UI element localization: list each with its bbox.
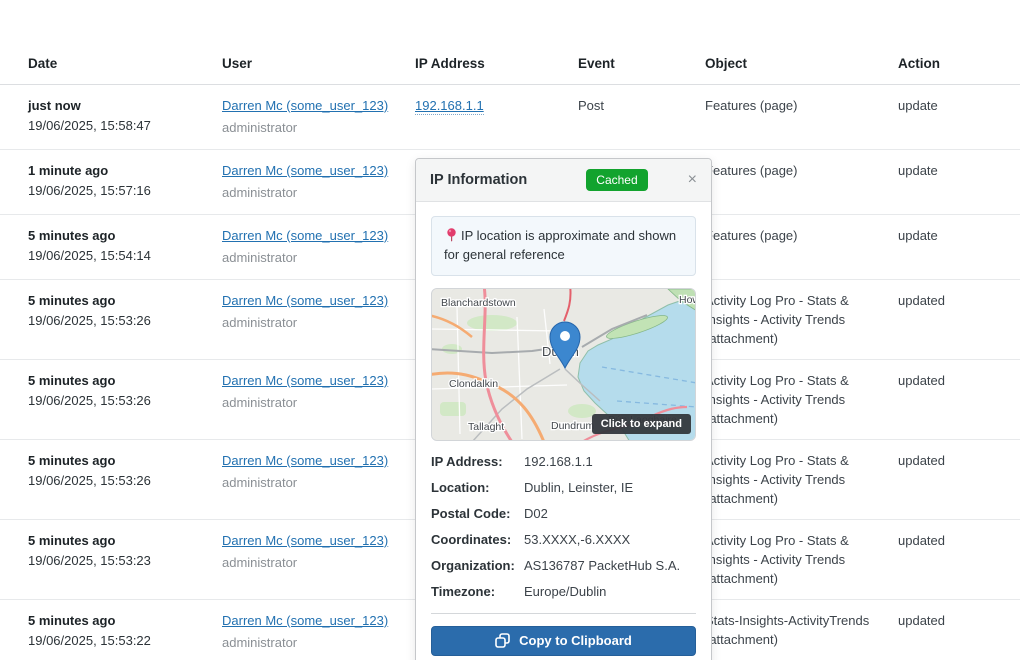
close-icon[interactable]: × — [688, 172, 697, 188]
user-role: administrator — [222, 313, 399, 333]
relative-time: just now — [28, 96, 206, 116]
activity-log-page: Date User IP Address Event Object Action… — [0, 36, 1020, 660]
event-object: Stats-Insights-ActivityTrends (attachmen… — [705, 600, 898, 660]
user-role: administrator — [222, 118, 399, 138]
relative-time: 5 minutes ago — [28, 611, 206, 631]
detail-value: Europe/Dublin — [524, 584, 606, 600]
user-link[interactable]: Darren Mc (some_user_123) — [222, 613, 388, 628]
col-header-date: Date — [0, 36, 222, 85]
relative-time: 5 minutes ago — [28, 226, 206, 246]
user-link[interactable]: Darren Mc (some_user_123) — [222, 373, 388, 388]
pushpin-icon — [446, 228, 457, 242]
map-label: How — [679, 294, 696, 306]
detail-row-coordinates: Coordinates:53.XXXX,-6.XXXX — [431, 532, 696, 548]
map-label: Tallaght — [468, 421, 504, 433]
popup-header: IP Information Cached × — [416, 159, 711, 202]
ip-location-map[interactable]: Blanchardstown How Dublin Clondalkin Tal… — [431, 288, 696, 441]
user-role: administrator — [222, 633, 399, 653]
col-header-action: Action — [898, 36, 1020, 85]
detail-label: Postal Code: — [431, 506, 524, 522]
popup-body: IP location is approximate and shown for… — [416, 202, 711, 660]
map-label: Blanchardstown — [441, 297, 516, 309]
detail-value: Dublin, Leinster, IE — [524, 480, 633, 496]
event-object: Activity Log Pro - Stats & Insights - Ac… — [705, 360, 898, 440]
datetime: 19/06/2025, 15:53:22 — [28, 631, 206, 651]
event-action: update — [898, 215, 1020, 280]
event-action: updated — [898, 440, 1020, 520]
event-action: update — [898, 85, 1020, 150]
event-action: updated — [898, 520, 1020, 600]
event-action: updated — [898, 280, 1020, 360]
user-role: administrator — [222, 473, 399, 493]
user-link[interactable]: Darren Mc (some_user_123) — [222, 533, 388, 548]
copy-to-clipboard-button[interactable]: Copy to Clipboard — [431, 626, 696, 656]
col-header-object: Object — [705, 36, 898, 85]
detail-label: Timezone: — [431, 584, 524, 600]
event-object: Features (page) — [705, 215, 898, 280]
relative-time: 5 minutes ago — [28, 451, 206, 471]
detail-value: D02 — [524, 506, 548, 522]
relative-time: 5 minutes ago — [28, 371, 206, 391]
event-object: Activity Log Pro - Stats & Insights - Ac… — [705, 520, 898, 600]
datetime: 19/06/2025, 15:53:26 — [28, 311, 206, 331]
user-link[interactable]: Darren Mc (some_user_123) — [222, 163, 388, 178]
detail-value: AS136787 PacketHub S.A. — [524, 558, 680, 574]
user-role: administrator — [222, 248, 399, 268]
ip-information-popup: IP Information Cached × IP location is a… — [415, 158, 712, 660]
ip-link[interactable]: 192.168.1.1 — [415, 98, 484, 115]
detail-label: IP Address: — [431, 454, 524, 470]
user-link[interactable]: Darren Mc (some_user_123) — [222, 228, 388, 243]
datetime: 19/06/2025, 15:53:26 — [28, 391, 206, 411]
detail-row-postal: Postal Code:D02 — [431, 506, 696, 522]
event-type: Post — [578, 85, 705, 150]
copy-icon — [495, 633, 510, 648]
map-label: Dundrum — [551, 420, 594, 432]
ip-details: IP Address:192.168.1.1 Location:Dublin, … — [431, 454, 696, 600]
event-object: Features (page) — [705, 85, 898, 150]
detail-row-location: Location:Dublin, Leinster, IE — [431, 480, 696, 496]
relative-time: 1 minute ago — [28, 161, 206, 181]
col-header-event: Event — [578, 36, 705, 85]
event-object: Activity Log Pro - Stats & Insights - Ac… — [705, 280, 898, 360]
datetime: 19/06/2025, 15:53:23 — [28, 551, 206, 571]
event-action: updated — [898, 360, 1020, 440]
datetime: 19/06/2025, 15:57:16 — [28, 181, 206, 201]
notice-text: IP location is approximate and shown for… — [444, 228, 676, 262]
detail-label: Organization: — [431, 558, 524, 574]
cached-badge: Cached — [586, 169, 647, 191]
datetime: 19/06/2025, 15:54:14 — [28, 246, 206, 266]
detail-label: Coordinates: — [431, 532, 524, 548]
user-link[interactable]: Darren Mc (some_user_123) — [222, 293, 388, 308]
event-object: Activity Log Pro - Stats & Insights - Ac… — [705, 440, 898, 520]
event-action: update — [898, 150, 1020, 215]
detail-row-organization: Organization:AS136787 PacketHub S.A. — [431, 558, 696, 574]
detail-value: 192.168.1.1 — [524, 454, 593, 470]
detail-row-timezone: Timezone:Europe/Dublin — [431, 584, 696, 600]
table-header-row: Date User IP Address Event Object Action — [0, 36, 1020, 85]
col-header-ip: IP Address — [415, 36, 578, 85]
user-link[interactable]: Darren Mc (some_user_123) — [222, 98, 388, 113]
event-action: updated — [898, 600, 1020, 660]
user-role: administrator — [222, 393, 399, 413]
detail-row-ip: IP Address:192.168.1.1 — [431, 454, 696, 470]
popup-title: IP Information — [430, 172, 527, 188]
user-role: administrator — [222, 183, 399, 203]
col-header-user: User — [222, 36, 415, 85]
ip-location-notice: IP location is approximate and shown for… — [431, 216, 696, 276]
divider — [431, 613, 696, 614]
detail-label: Location: — [431, 480, 524, 496]
datetime: 19/06/2025, 15:53:26 — [28, 471, 206, 491]
user-link[interactable]: Darren Mc (some_user_123) — [222, 453, 388, 468]
map-expand-tooltip: Click to expand — [592, 414, 691, 434]
user-role: administrator — [222, 553, 399, 573]
relative-time: 5 minutes ago — [28, 291, 206, 311]
table-row: just now19/06/2025, 15:58:47 Darren Mc (… — [0, 85, 1020, 150]
detail-value: 53.XXXX,-6.XXXX — [524, 532, 630, 548]
relative-time: 5 minutes ago — [28, 531, 206, 551]
map-label: Clondalkin — [449, 378, 498, 390]
copy-button-label: Copy to Clipboard — [519, 633, 632, 648]
event-object: Features (page) — [705, 150, 898, 215]
datetime: 19/06/2025, 15:58:47 — [28, 116, 206, 136]
